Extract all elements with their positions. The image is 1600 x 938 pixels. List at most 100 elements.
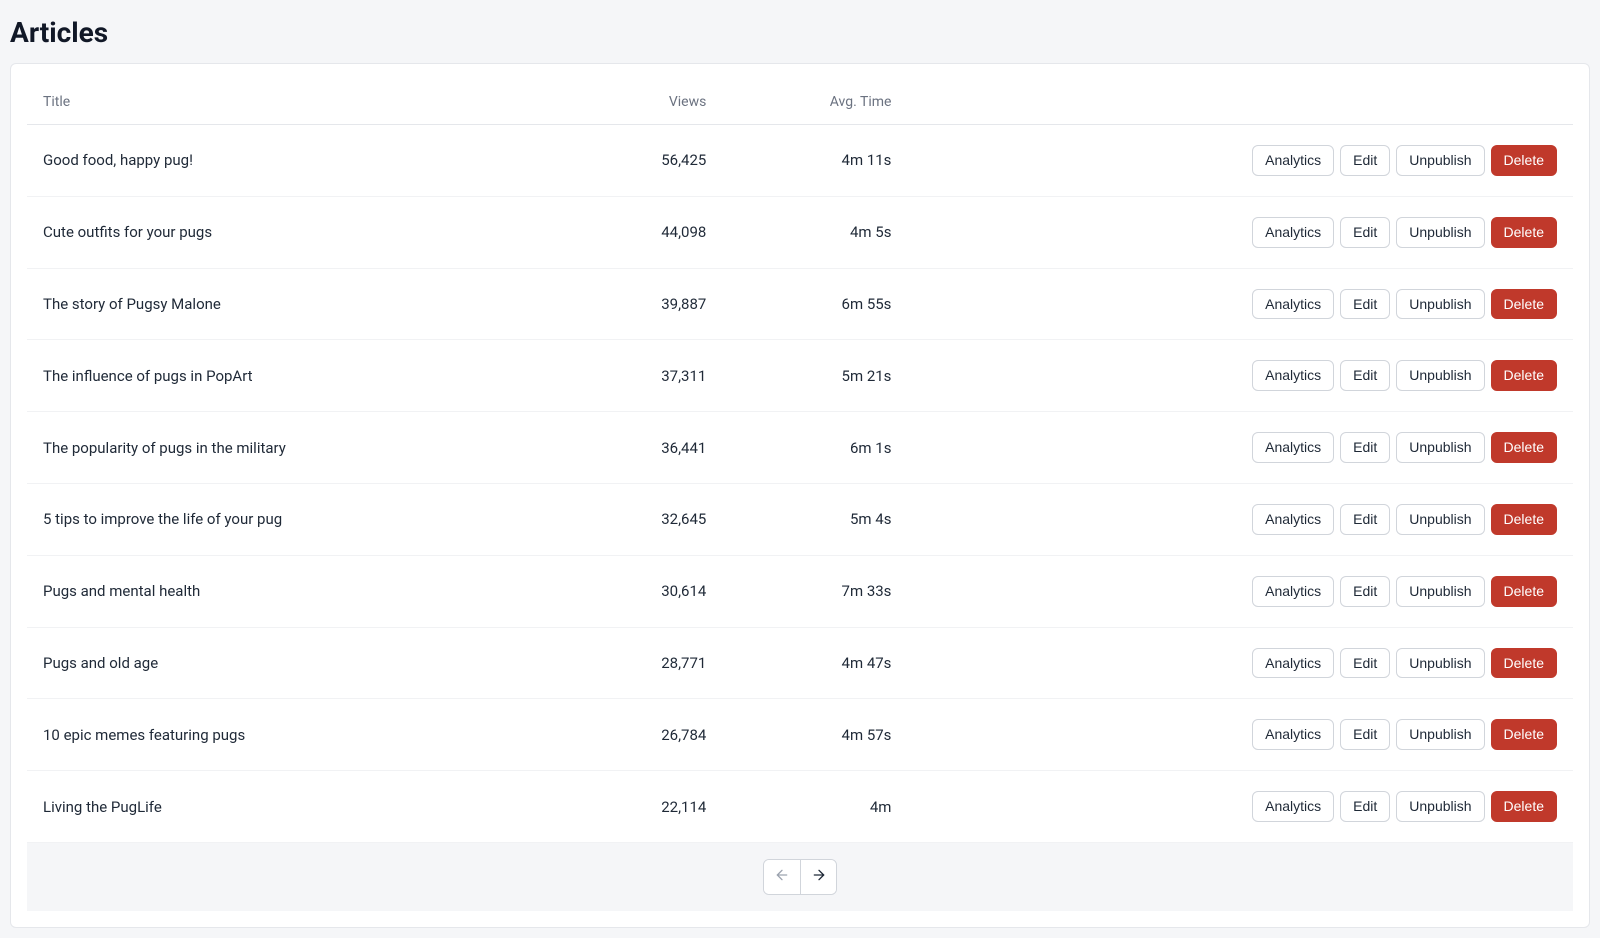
cell-title: 5 tips to improve the life of your pug — [27, 483, 570, 555]
cell-avg-time: 4m 57s — [722, 699, 907, 771]
cell-actions: AnalyticsEditUnpublishDelete — [907, 771, 1573, 843]
unpublish-button[interactable]: Unpublish — [1396, 145, 1484, 176]
cell-title: 10 epic memes featuring pugs — [27, 699, 570, 771]
cell-actions: AnalyticsEditUnpublishDelete — [907, 412, 1573, 484]
cell-title: Pugs and mental health — [27, 555, 570, 627]
table-row: The influence of pugs in PopArt37,3115m … — [27, 340, 1573, 412]
delete-button[interactable]: Delete — [1491, 791, 1557, 822]
delete-button[interactable]: Delete — [1491, 360, 1557, 391]
articles-card: Title Views Avg. Time Good food, happy p… — [10, 63, 1590, 928]
edit-button[interactable]: Edit — [1340, 648, 1390, 679]
unpublish-button[interactable]: Unpublish — [1396, 576, 1484, 607]
edit-button[interactable]: Edit — [1340, 217, 1390, 248]
cell-views: 30,614 — [570, 555, 722, 627]
cell-avg-time: 4m 5s — [722, 196, 907, 268]
analytics-button[interactable]: Analytics — [1252, 145, 1334, 176]
edit-button[interactable]: Edit — [1340, 432, 1390, 463]
cell-title: Cute outfits for your pugs — [27, 196, 570, 268]
col-views: Views — [570, 80, 722, 125]
cell-title: Good food, happy pug! — [27, 125, 570, 197]
cell-title: The popularity of pugs in the military — [27, 412, 570, 484]
unpublish-button[interactable]: Unpublish — [1396, 648, 1484, 679]
arrow-right-icon — [811, 867, 827, 886]
cell-avg-time: 4m 11s — [722, 125, 907, 197]
edit-button[interactable]: Edit — [1340, 145, 1390, 176]
table-row: 10 epic memes featuring pugs26,7844m 57s… — [27, 699, 1573, 771]
unpublish-button[interactable]: Unpublish — [1396, 504, 1484, 535]
delete-button[interactable]: Delete — [1491, 576, 1557, 607]
table-header-row: Title Views Avg. Time — [27, 80, 1573, 125]
cell-avg-time: 7m 33s — [722, 555, 907, 627]
delete-button[interactable]: Delete — [1491, 289, 1557, 320]
analytics-button[interactable]: Analytics — [1252, 360, 1334, 391]
table-row: Good food, happy pug!56,4254m 11sAnalyti… — [27, 125, 1573, 197]
delete-button[interactable]: Delete — [1491, 217, 1557, 248]
delete-button[interactable]: Delete — [1491, 432, 1557, 463]
cell-views: 28,771 — [570, 627, 722, 699]
edit-button[interactable]: Edit — [1340, 719, 1390, 750]
articles-table: Title Views Avg. Time Good food, happy p… — [27, 80, 1573, 911]
unpublish-button[interactable]: Unpublish — [1396, 289, 1484, 320]
analytics-button[interactable]: Analytics — [1252, 576, 1334, 607]
table-row: Living the PugLife22,1144mAnalyticsEditU… — [27, 771, 1573, 843]
unpublish-button[interactable]: Unpublish — [1396, 217, 1484, 248]
table-row: Cute outfits for your pugs44,0984m 5sAna… — [27, 196, 1573, 268]
cell-actions: AnalyticsEditUnpublishDelete — [907, 125, 1573, 197]
analytics-button[interactable]: Analytics — [1252, 432, 1334, 463]
cell-views: 56,425 — [570, 125, 722, 197]
analytics-button[interactable]: Analytics — [1252, 289, 1334, 320]
cell-title: Pugs and old age — [27, 627, 570, 699]
unpublish-button[interactable]: Unpublish — [1396, 360, 1484, 391]
edit-button[interactable]: Edit — [1340, 504, 1390, 535]
cell-actions: AnalyticsEditUnpublishDelete — [907, 483, 1573, 555]
cell-actions: AnalyticsEditUnpublishDelete — [907, 627, 1573, 699]
cell-title: The influence of pugs in PopArt — [27, 340, 570, 412]
cell-actions: AnalyticsEditUnpublishDelete — [907, 699, 1573, 771]
table-row: 5 tips to improve the life of your pug32… — [27, 483, 1573, 555]
cell-title: Living the PugLife — [27, 771, 570, 843]
table-row: The story of Pugsy Malone39,8876m 55sAna… — [27, 268, 1573, 340]
delete-button[interactable]: Delete — [1491, 145, 1557, 176]
cell-actions: AnalyticsEditUnpublishDelete — [907, 268, 1573, 340]
table-row: Pugs and mental health30,6147m 33sAnalyt… — [27, 555, 1573, 627]
cell-views: 44,098 — [570, 196, 722, 268]
analytics-button[interactable]: Analytics — [1252, 648, 1334, 679]
pagination-group — [763, 859, 837, 895]
delete-button[interactable]: Delete — [1491, 504, 1557, 535]
cell-views: 36,441 — [570, 412, 722, 484]
unpublish-button[interactable]: Unpublish — [1396, 791, 1484, 822]
cell-views: 37,311 — [570, 340, 722, 412]
unpublish-button[interactable]: Unpublish — [1396, 432, 1484, 463]
cell-avg-time: 6m 55s — [722, 268, 907, 340]
cell-title: The story of Pugsy Malone — [27, 268, 570, 340]
cell-actions: AnalyticsEditUnpublishDelete — [907, 196, 1573, 268]
col-actions — [907, 80, 1573, 125]
page-title: Articles — [10, 16, 1590, 49]
cell-avg-time: 4m 47s — [722, 627, 907, 699]
edit-button[interactable]: Edit — [1340, 791, 1390, 822]
cell-views: 22,114 — [570, 771, 722, 843]
analytics-button[interactable]: Analytics — [1252, 504, 1334, 535]
cell-actions: AnalyticsEditUnpublishDelete — [907, 340, 1573, 412]
next-page-button[interactable] — [800, 860, 836, 894]
col-title: Title — [27, 80, 570, 125]
prev-page-button[interactable] — [764, 860, 800, 894]
table-row: Pugs and old age28,7714m 47sAnalyticsEdi… — [27, 627, 1573, 699]
delete-button[interactable]: Delete — [1491, 648, 1557, 679]
analytics-button[interactable]: Analytics — [1252, 217, 1334, 248]
cell-avg-time: 5m 4s — [722, 483, 907, 555]
unpublish-button[interactable]: Unpublish — [1396, 719, 1484, 750]
delete-button[interactable]: Delete — [1491, 719, 1557, 750]
arrow-left-icon — [774, 867, 790, 886]
edit-button[interactable]: Edit — [1340, 360, 1390, 391]
analytics-button[interactable]: Analytics — [1252, 719, 1334, 750]
cell-views: 39,887 — [570, 268, 722, 340]
edit-button[interactable]: Edit — [1340, 576, 1390, 607]
cell-avg-time: 5m 21s — [722, 340, 907, 412]
table-row: The popularity of pugs in the military36… — [27, 412, 1573, 484]
col-avg-time: Avg. Time — [722, 80, 907, 125]
analytics-button[interactable]: Analytics — [1252, 791, 1334, 822]
pagination — [43, 859, 1557, 895]
edit-button[interactable]: Edit — [1340, 289, 1390, 320]
cell-actions: AnalyticsEditUnpublishDelete — [907, 555, 1573, 627]
